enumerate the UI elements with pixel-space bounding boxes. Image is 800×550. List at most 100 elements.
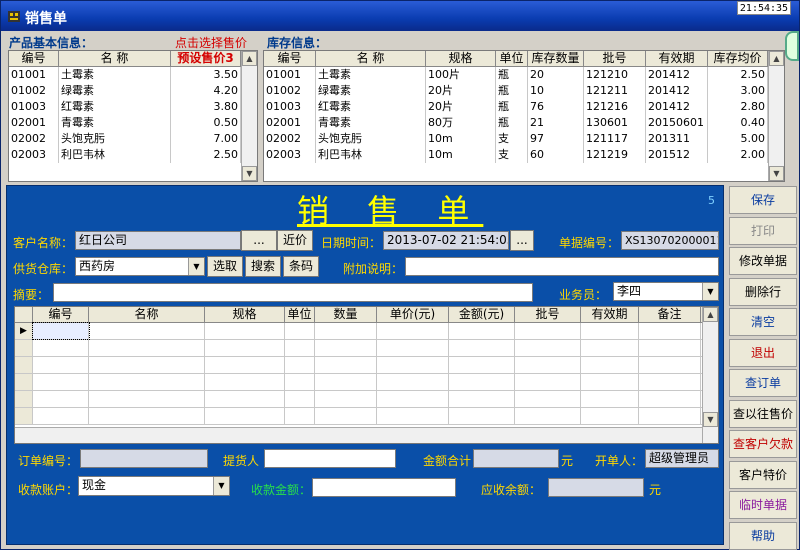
scroll-down-icon[interactable]: ▼ bbox=[769, 166, 784, 181]
detail-cell[interactable] bbox=[205, 340, 285, 356]
sidebar-button[interactable]: 退出 bbox=[729, 338, 797, 367]
stock-row[interactable]: 02003 利巴韦林 10m 支 60 121219 201512 2.00 bbox=[264, 147, 784, 163]
sidebar-button[interactable]: 打印 bbox=[729, 216, 797, 245]
salesman-select[interactable]: 李四 ▼ bbox=[613, 282, 719, 301]
detail-cell[interactable] bbox=[33, 374, 89, 390]
sidebar-button[interactable]: 帮助 bbox=[729, 521, 797, 550]
detail-cell[interactable] bbox=[515, 323, 581, 339]
scroll-up-icon[interactable]: ▲ bbox=[242, 51, 257, 66]
detail-cell[interactable] bbox=[449, 374, 515, 390]
warehouse-select[interactable]: 西药房 ▼ bbox=[75, 257, 205, 276]
detail-cell[interactable] bbox=[315, 357, 377, 373]
detail-row[interactable] bbox=[15, 374, 718, 391]
detail-cell[interactable] bbox=[315, 374, 377, 390]
stock-row[interactable]: 02002 头饱克肟 10m 支 97 121117 201311 5.00 bbox=[264, 131, 784, 147]
detail-cell[interactable] bbox=[205, 374, 285, 390]
detail-cell[interactable] bbox=[89, 323, 205, 339]
stock-row[interactable]: 01001 土霉素 100片瓶 20 121210 201412 2.50 bbox=[264, 67, 784, 83]
product-row[interactable]: 01001 土霉素 3.50 bbox=[9, 67, 257, 83]
detail-row[interactable]: ▶ bbox=[15, 322, 718, 340]
date-picker-button[interactable]: ... bbox=[510, 230, 534, 251]
detail-cell[interactable] bbox=[581, 374, 639, 390]
sidebar-button[interactable]: 查客户欠款 bbox=[729, 430, 797, 458]
detail-cell[interactable] bbox=[285, 357, 315, 373]
detail-cell[interactable] bbox=[33, 340, 89, 356]
detail-cell[interactable] bbox=[33, 408, 89, 424]
select-price-link[interactable]: 点击选择售价 bbox=[175, 34, 247, 51]
detail-cell[interactable] bbox=[639, 408, 701, 424]
product-row[interactable]: 01002 绿霉素 4.20 bbox=[9, 83, 257, 99]
detail-cell[interactable] bbox=[515, 340, 581, 356]
detail-cell[interactable] bbox=[449, 408, 515, 424]
col-header-price[interactable]: 预设售价3 bbox=[171, 51, 241, 66]
stock-row[interactable]: 01002 绿霉素 20片瓶 10 121211 201412 3.00 bbox=[264, 83, 784, 99]
scroll-up-icon[interactable]: ▲ bbox=[769, 51, 784, 66]
stock-scrollbar[interactable]: ▲ ▼ bbox=[768, 51, 784, 181]
detail-cell[interactable] bbox=[515, 391, 581, 407]
product-row[interactable]: 02001 青霉素 0.50 bbox=[9, 115, 257, 131]
chevron-down-icon[interactable]: ▼ bbox=[702, 283, 718, 300]
sidebar-button[interactable]: 保存 bbox=[729, 186, 797, 214]
extra-note-input[interactable] bbox=[405, 257, 719, 276]
detail-cell[interactable] bbox=[377, 374, 449, 390]
doc-no-input[interactable]: XS130702000011 bbox=[621, 231, 719, 250]
detail-cell[interactable] bbox=[315, 323, 377, 339]
detail-cell[interactable] bbox=[205, 391, 285, 407]
stock-row[interactable]: 01003 红霉素 20片瓶 76 121216 201412 2.80 bbox=[264, 99, 784, 115]
detail-cell[interactable] bbox=[285, 323, 315, 339]
received-input[interactable] bbox=[312, 478, 456, 497]
chevron-down-icon[interactable]: ▼ bbox=[213, 477, 229, 495]
detail-cell[interactable] bbox=[639, 374, 701, 390]
scroll-down-icon[interactable]: ▼ bbox=[703, 412, 718, 427]
product-grid[interactable]: 编号 名 称 预设售价3 01001 土霉素 3.50 01002 绿霉素 4.20 010… bbox=[8, 50, 258, 182]
sidebar-button[interactable]: 修改单据 bbox=[729, 247, 797, 275]
detail-cell[interactable] bbox=[89, 408, 205, 424]
detail-cell[interactable] bbox=[449, 391, 515, 407]
stock-grid[interactable]: 编号 名 称 规格 单位 库存数量 批号 有效期 库存均价 01001 土霉素 10… bbox=[263, 50, 785, 182]
scroll-down-icon[interactable]: ▼ bbox=[242, 166, 257, 181]
customer-browse-button[interactable]: ... bbox=[241, 230, 277, 251]
detail-cell[interactable] bbox=[449, 340, 515, 356]
order-no-input[interactable] bbox=[80, 449, 208, 468]
detail-cell[interactable] bbox=[581, 323, 639, 339]
recent-price-button[interactable]: 近价 bbox=[277, 230, 313, 251]
detail-cell[interactable] bbox=[639, 323, 701, 339]
detail-hscrollbar[interactable] bbox=[15, 427, 702, 443]
detail-cell[interactable] bbox=[33, 391, 89, 407]
picker-input[interactable] bbox=[264, 449, 396, 468]
detail-cell[interactable] bbox=[377, 408, 449, 424]
detail-cell[interactable] bbox=[581, 408, 639, 424]
sidebar-button[interactable]: 清空 bbox=[729, 308, 797, 336]
detail-cell[interactable] bbox=[515, 408, 581, 424]
detail-vscrollbar[interactable]: ▲ ▼ bbox=[702, 307, 718, 443]
detail-row[interactable] bbox=[15, 391, 718, 408]
date-input[interactable]: 2013-07-02 21:54:05 bbox=[383, 231, 509, 250]
detail-cell[interactable] bbox=[639, 357, 701, 373]
select-button[interactable]: 选取 bbox=[207, 256, 243, 277]
chevron-down-icon[interactable]: ▼ bbox=[188, 258, 204, 275]
detail-cell[interactable] bbox=[377, 391, 449, 407]
sidebar-button[interactable]: 客户特价 bbox=[729, 460, 797, 489]
detail-cell[interactable] bbox=[449, 357, 515, 373]
product-scrollbar[interactable]: ▲ ▼ bbox=[241, 51, 257, 181]
detail-grid[interactable]: 编号 名称 规格 单位 数量 单价(元) 金额(元) 批号 有效期 备注 ▶ ▲… bbox=[14, 306, 719, 444]
product-row[interactable]: 02003 利巴韦林 2.50 bbox=[9, 147, 257, 163]
stock-row[interactable]: 02001 青霉素 80万瓶 21 130601 20150601 0.40 bbox=[264, 115, 784, 131]
search-button[interactable]: 搜索 bbox=[245, 256, 281, 277]
product-row[interactable]: 02002 头饱克肟 7.00 bbox=[9, 131, 257, 147]
detail-cell[interactable] bbox=[285, 391, 315, 407]
sidebar-button[interactable]: 查以往售价 bbox=[729, 399, 797, 428]
detail-cell[interactable] bbox=[639, 391, 701, 407]
detail-cell[interactable] bbox=[89, 340, 205, 356]
detail-cell[interactable] bbox=[581, 357, 639, 373]
detail-cell[interactable] bbox=[89, 357, 205, 373]
detail-cell[interactable] bbox=[315, 391, 377, 407]
detail-row[interactable] bbox=[15, 408, 718, 425]
detail-cell[interactable] bbox=[315, 340, 377, 356]
sidebar-button[interactable]: 删除行 bbox=[729, 277, 797, 306]
detail-cell[interactable] bbox=[32, 322, 90, 340]
product-row[interactable]: 01003 红霉素 3.80 bbox=[9, 99, 257, 115]
detail-row[interactable] bbox=[15, 340, 718, 357]
detail-cell[interactable] bbox=[449, 323, 515, 339]
account-select[interactable]: 现金 ▼ bbox=[78, 476, 230, 496]
